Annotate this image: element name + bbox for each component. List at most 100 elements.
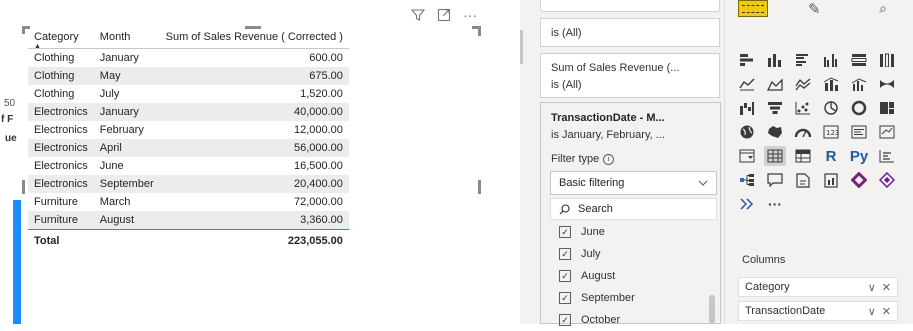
multi-row-card-icon[interactable] <box>848 122 870 142</box>
smart-narrative-icon[interactable] <box>792 170 814 190</box>
100-stacked-bar-chart-icon[interactable] <box>848 50 870 70</box>
waterfall-chart-icon[interactable] <box>736 98 758 118</box>
table-row[interactable]: Clothing July 1,520.00 <box>28 85 349 103</box>
cell-month: September <box>93 175 160 193</box>
frame-corner-handle[interactable] <box>472 26 481 29</box>
python-visual-icon[interactable]: Py <box>848 146 870 166</box>
checkbox-checked-icon[interactable]: ✓ <box>559 270 571 282</box>
chevron-down-icon[interactable]: ∨ <box>868 305 876 318</box>
get-more-visuals-icon[interactable] <box>736 194 758 214</box>
table-row[interactable]: Clothing January 600.00 <box>28 49 349 68</box>
month-checkbox-list: ✓ June ✓ July ✓ August ✓ September ✓ October <box>559 221 635 331</box>
month-label: June <box>581 226 605 238</box>
close-icon[interactable]: ✕ <box>882 305 891 318</box>
month-checkbox-item[interactable]: ✓ July <box>559 243 635 265</box>
pie-chart-icon[interactable] <box>820 98 842 118</box>
sort-ascending-icon: ▲ <box>34 43 41 50</box>
filter-type-dropdown[interactable]: Basic filtering <box>550 171 717 195</box>
matrix-table: Category ▲ Month Sum of Sales Revenue ( C… <box>28 27 349 250</box>
filter-card[interactable]: is (All) <box>540 18 720 47</box>
right-resize-handle[interactable] <box>478 180 481 194</box>
cell-sales-value: 16,500.00 <box>293 159 343 172</box>
table-row[interactable]: Electronics January 40,000.00 <box>28 103 349 121</box>
matrix-visual-icon[interactable] <box>792 146 814 166</box>
month-checkbox-item[interactable]: ✓ September <box>559 287 635 309</box>
filter-icon[interactable] <box>410 7 426 23</box>
clustered-column-chart-icon[interactable] <box>820 50 842 70</box>
kpi-icon[interactable] <box>876 122 898 142</box>
field-well-category[interactable]: Category ∨ ✕ <box>738 277 898 297</box>
qna-visual-icon[interactable] <box>764 170 786 190</box>
table-row[interactable]: Electronics February 12,000.00 <box>28 121 349 139</box>
month-checkbox-item[interactable]: ✓ October <box>559 309 635 331</box>
ribbon-chart-icon[interactable] <box>876 74 898 94</box>
line-and-stacked-column-chart-icon[interactable] <box>820 74 842 94</box>
filter-type-row: Filter type i <box>551 153 615 165</box>
column-header-sales[interactable]: Sum of Sales Revenue ( Corrected ) <box>160 27 349 49</box>
stacked-column-chart-icon[interactable] <box>764 50 786 70</box>
column-header-month[interactable]: Month <box>94 27 160 49</box>
filter-list-scrollbar[interactable] <box>709 295 715 324</box>
clustered-bar-chart-icon[interactable] <box>792 50 814 70</box>
focus-mode-icon[interactable] <box>436 7 452 23</box>
month-label: August <box>581 270 616 282</box>
power-apps-icon[interactable] <box>848 170 870 190</box>
cell-sales-value: 3,360.00 <box>159 211 349 230</box>
filled-map-icon[interactable] <box>764 122 786 142</box>
table-row[interactable]: Furniture August 3,360.00 <box>28 211 349 230</box>
power-automate-icon[interactable] <box>876 170 898 190</box>
area-chart-icon[interactable] <box>764 74 786 94</box>
table-header-row: Category ▲ Month Sum of Sales Revenue ( C… <box>28 27 349 50</box>
table-row[interactable]: Clothing May 675.00 <box>28 67 349 85</box>
cell-category: Clothing <box>28 67 94 85</box>
close-icon[interactable]: ✕ <box>882 281 891 294</box>
decomposition-tree-icon[interactable] <box>736 170 758 190</box>
key-influencers-icon[interactable] <box>876 146 898 166</box>
scatter-chart-icon[interactable] <box>792 98 814 118</box>
table-row[interactable]: Furniture March 72,000.00 <box>28 193 349 211</box>
cell-month: May <box>93 67 160 85</box>
month-checkbox-item[interactable]: ✓ August <box>559 265 635 287</box>
stacked-bar-chart-icon[interactable] <box>736 50 758 70</box>
treemap-icon[interactable] <box>876 98 898 118</box>
table-row[interactable]: Electronics September 20,400.00 <box>28 175 349 193</box>
total-spacer <box>93 229 160 250</box>
month-checkbox-item[interactable]: ✓ June <box>559 221 635 243</box>
chevron-down-icon[interactable]: ∨ <box>868 281 876 294</box>
line-chart-icon[interactable] <box>736 74 758 94</box>
column-header-category[interactable]: Category ▲ <box>28 27 94 50</box>
slicer-icon[interactable] <box>736 146 758 166</box>
filter-card-sales[interactable]: Sum of Sales Revenue (... is (All) <box>540 53 720 98</box>
peek-label: f F <box>1 114 14 125</box>
gauge-icon[interactable] <box>792 122 814 142</box>
more-visuals-icon[interactable]: ··· <box>764 194 786 214</box>
checkbox-checked-icon[interactable]: ✓ <box>559 314 571 326</box>
donut-chart-icon[interactable] <box>848 98 870 118</box>
table-row[interactable]: Electronics June 16,500.00 <box>28 157 349 175</box>
r-script-visual-icon[interactable]: R <box>820 146 842 166</box>
analytics-tab-icon[interactable]: ⌕ <box>872 0 894 18</box>
pane-scroll-edge <box>520 30 523 64</box>
filter-search-box[interactable]: Search <box>550 198 717 220</box>
field-well-transactiondate[interactable]: TransactionDate ∨ ✕ <box>738 301 898 321</box>
cell-sales-value: 12,000.00 <box>293 123 343 136</box>
filter-card-transactiondate[interactable]: TransactionDate - M... is January, Febru… <box>540 102 721 326</box>
map-icon[interactable] <box>736 122 758 142</box>
stacked-area-chart-icon[interactable] <box>792 74 814 94</box>
checkbox-checked-icon[interactable]: ✓ <box>559 226 571 238</box>
checkbox-checked-icon[interactable]: ✓ <box>559 292 571 304</box>
more-options-icon[interactable]: ··· <box>462 7 478 23</box>
100-stacked-column-chart-icon[interactable] <box>876 50 898 70</box>
format-visual-tab-icon[interactable]: ✎ <box>808 0 828 18</box>
line-and-clustered-column-chart-icon[interactable] <box>848 74 870 94</box>
funnel-chart-icon[interactable] <box>764 98 786 118</box>
cell-category: Clothing <box>34 51 75 64</box>
paginated-report-icon[interactable] <box>820 170 842 190</box>
table-row[interactable]: Electronics April 56,000.00 <box>28 139 349 157</box>
build-visual-tab-icon[interactable] <box>738 0 768 17</box>
checkbox-checked-icon[interactable]: ✓ <box>559 248 571 260</box>
filter-card-partial[interactable] <box>540 0 720 12</box>
table-visual-icon[interactable] <box>764 146 786 166</box>
left-resize-handle[interactable] <box>22 180 25 194</box>
card-icon[interactable]: 123 <box>820 122 842 142</box>
